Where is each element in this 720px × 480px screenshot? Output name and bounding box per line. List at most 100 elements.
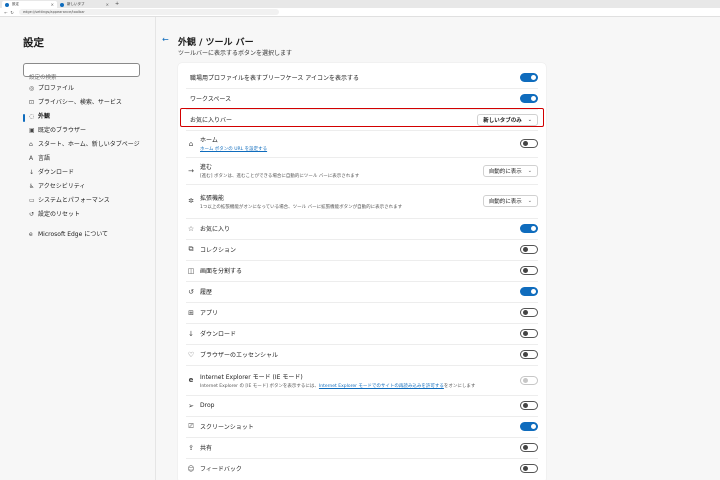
setting-text: ダウンロード	[200, 329, 236, 338]
setting-label: Drop	[200, 402, 215, 409]
profile-icon: ◎	[29, 85, 35, 92]
setting-description: 1つ以上の拡張機能がオンになっている場合、ツール バーに拡張機能ボタンが自動的に…	[200, 204, 403, 210]
sidebar-item[interactable]: ⌂ スタート、ホーム、新しいタブページ	[23, 139, 153, 153]
edge-icon	[60, 2, 64, 7]
sidebar-item-label: 設定のリセット	[38, 211, 81, 218]
sidebar-title: 設定	[23, 37, 44, 49]
tab-new-tab[interactable]: 新しいタブ ×	[57, 1, 112, 8]
tab-label: 設定	[12, 2, 19, 6]
history-icon: ↺	[188, 287, 194, 296]
setting-dropdown[interactable]: 自動的に表示 ⌄	[482, 164, 538, 177]
setting-label: ホーム	[200, 137, 218, 144]
ie-mode-settings-link[interactable]: Internet Explorer モードでのサイトの再読み込みを許可する	[319, 384, 444, 389]
dropdown-value: 自動的に表示	[488, 199, 522, 205]
dropdown-value: 新しいタブのみ	[483, 117, 522, 124]
setting-row: ⇪ 共有	[178, 437, 546, 458]
toggle-switch[interactable]	[520, 401, 538, 410]
setting-row: ⧉ コレクション	[178, 239, 546, 260]
setting-row: → 進む [進む] ボタンは、進むことができる場合に自動的にツール バーに表示されま…	[178, 157, 546, 184]
setting-row: ☺ フィードバック	[178, 458, 546, 479]
toggle-switch[interactable]	[520, 73, 538, 82]
back-arrow-icon[interactable]: ←	[162, 35, 169, 44]
sidebar-item[interactable]: e Microsoft Edge について	[23, 229, 153, 243]
search-box[interactable]	[23, 63, 140, 84]
toggle-switch[interactable]	[520, 139, 538, 148]
ie-icon: e	[188, 376, 194, 384]
setting-label: お気に入りバー	[190, 117, 233, 124]
setting-text: 職場用プロファイルを表すブリーフケース アイコンを表示する	[190, 73, 359, 82]
sidebar-item[interactable]: ↓ ダウンロード	[23, 167, 153, 181]
toggle-knob	[522, 331, 528, 336]
setting-row: ◫ 画面を分割する	[178, 260, 546, 281]
setting-row: ワークスペース	[178, 88, 546, 109]
forward-icon: →	[188, 166, 194, 175]
page-subtitle: ツールバーに表示するボタンを選択します	[178, 50, 293, 57]
toggle-knob	[522, 141, 528, 146]
setting-row: ⊞ アプリ	[178, 302, 546, 323]
sidebar-item-label: アクセシビリティ	[38, 183, 86, 190]
tab-settings[interactable]: 設定 ×	[2, 1, 57, 8]
setting-row: ✲ 拡張機能 1つ以上の拡張機能がオンになっている場合、ツール バーに拡張機能ボタン…	[178, 184, 546, 218]
download-icon: ↓	[29, 169, 35, 176]
toggle-switch[interactable]	[520, 464, 538, 473]
sidebar-item[interactable]: ◎ プロファイル	[23, 83, 153, 97]
heart-icon: ♡	[187, 350, 195, 359]
page-title: 外観 / ツール バー	[178, 38, 254, 48]
toggle-switch[interactable]	[520, 94, 538, 103]
sidebar-item[interactable]: ♿ アクセシビリティ	[23, 181, 153, 195]
edge-icon: e	[29, 231, 33, 238]
close-icon[interactable]: ×	[51, 2, 54, 7]
toggle-switch[interactable]	[520, 245, 538, 254]
setting-label: コレクション	[200, 247, 237, 254]
palette-icon: ◌	[29, 113, 35, 120]
toggle-switch[interactable]	[520, 422, 538, 431]
reset-icon: ↺	[29, 211, 35, 218]
send-icon: ➢	[188, 401, 194, 410]
toggle-switch	[520, 375, 538, 385]
toggle-switch[interactable]	[520, 443, 538, 452]
setting-row: ↓ ダウンロード	[178, 323, 546, 344]
setting-label: アプリ	[200, 310, 219, 317]
setting-dropdown[interactable]: 自動的に表示 ⌄	[482, 195, 538, 207]
sidebar-item[interactable]: ◌ 外観	[23, 111, 153, 125]
toggle-knob	[531, 74, 536, 80]
sidebar-item-label: システムとパフォーマンス	[38, 197, 110, 204]
setting-label: 共有	[200, 445, 213, 452]
feedback-icon: ☺	[187, 464, 195, 473]
split-screen-icon: ◫	[187, 266, 195, 275]
tab-label: 新しいタブ	[67, 2, 85, 6]
url-field[interactable]: edge://settings/appearance/toolbar	[19, 9, 279, 15]
toggle-switch[interactable]	[520, 350, 538, 359]
sidebar-item[interactable]: ▣ 既定のブラウザー	[23, 125, 153, 139]
sidebar-item-label: プロファイル	[38, 85, 75, 92]
toggle-knob	[522, 310, 528, 315]
setting-label: 画面を分割する	[200, 268, 243, 275]
collections-icon: ⧉	[188, 245, 194, 253]
language-icon: A	[29, 155, 34, 162]
toggle-switch[interactable]	[520, 287, 538, 296]
new-tab-button[interactable]: +	[115, 1, 119, 8]
sidebar-item-label: 既定のブラウザー	[38, 127, 87, 134]
toggle-switch[interactable]	[520, 266, 538, 275]
setting-link[interactable]: ホーム ボタンの URL を設定する	[200, 146, 267, 152]
toggle-knob	[531, 95, 536, 101]
toggle-knob	[522, 445, 528, 450]
setting-dropdown[interactable]: 新しいタブのみ ⌄	[477, 113, 538, 126]
toggle-switch[interactable]	[520, 308, 538, 317]
screenshot-icon: ⎚	[188, 422, 194, 430]
toggle-switch[interactable]	[520, 224, 538, 233]
setting-label: ワークスペース	[190, 96, 232, 103]
sidebar-item[interactable]: ⊡ プライバシー、検索、サービス	[23, 97, 153, 111]
setting-label: 履歴	[200, 289, 213, 296]
chevron-down-icon: ⌄	[527, 167, 532, 174]
sidebar-item[interactable]: ↺ 設定のリセット	[23, 209, 153, 223]
setting-text: 進む [進む] ボタンは、進むことができる場合に自動的にツール バーに表示されます	[200, 162, 359, 179]
home-icon: ⌂	[188, 139, 194, 148]
setting-text: お気に入り	[200, 224, 230, 233]
sidebar-item[interactable]: A 言語	[23, 153, 153, 167]
refresh-icon[interactable]: ↻	[9, 10, 15, 15]
sidebar-item[interactable]: ▭ システムとパフォーマンス	[23, 195, 153, 209]
toggle-switch[interactable]	[520, 329, 538, 338]
close-icon[interactable]: ×	[106, 2, 109, 7]
setting-row: ↺ 履歴	[178, 281, 546, 302]
